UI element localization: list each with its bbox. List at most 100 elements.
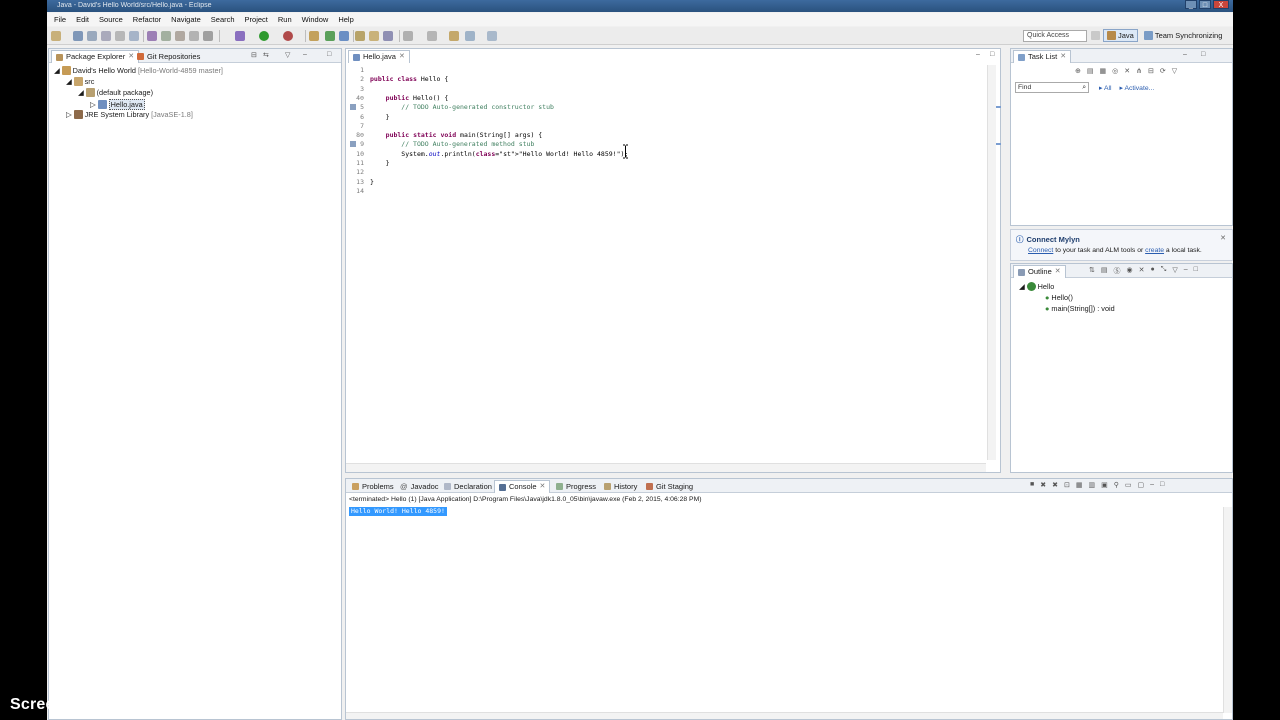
vertical-scrollbar[interactable] bbox=[1223, 507, 1232, 713]
step-icon[interactable] bbox=[189, 31, 199, 41]
link-editor-icon[interactable]: ⇆ bbox=[263, 51, 269, 59]
link-icon[interactable]: ⤡ bbox=[1161, 266, 1167, 276]
new-console-icon[interactable]: ▢ bbox=[1138, 481, 1145, 489]
pin-console-icon[interactable]: ⚲ bbox=[1114, 481, 1119, 489]
maximize-view-icon[interactable]: □ bbox=[327, 51, 331, 58]
menu-project[interactable]: Project bbox=[240, 15, 273, 24]
menu-run[interactable]: Run bbox=[273, 15, 297, 24]
close-icon[interactable]: ✕ bbox=[1060, 51, 1066, 63]
tree-item-project[interactable]: ◢ David's Hello World [Hello-World-4859 … bbox=[54, 66, 223, 75]
hide-local-types-icon[interactable]: ✕ bbox=[1139, 266, 1145, 276]
tree-item-hello-java[interactable]: ▷ Hello.java bbox=[90, 99, 145, 110]
expanded-arrow-icon[interactable]: ◢ bbox=[78, 88, 84, 97]
hide-static-icon[interactable]: Ⓢ bbox=[1114, 266, 1121, 276]
open-perspective-icon[interactable] bbox=[1091, 31, 1100, 40]
minimize-view-icon[interactable]: – bbox=[303, 51, 307, 58]
save-icon[interactable] bbox=[73, 31, 83, 41]
show-console-icon[interactable]: ▣ bbox=[1101, 481, 1108, 489]
expanded-arrow-icon[interactable]: ◢ bbox=[66, 77, 72, 86]
run-icon[interactable] bbox=[259, 31, 269, 41]
close-icon[interactable]: ✕ bbox=[1055, 266, 1061, 278]
remove-launch-icon[interactable]: ✖ bbox=[1040, 481, 1046, 489]
filter-all-link[interactable]: ▸ All bbox=[1099, 84, 1112, 92]
skip-breakpoints-icon[interactable] bbox=[161, 31, 171, 41]
search-icon[interactable] bbox=[383, 31, 393, 41]
toggle-mark-icon[interactable] bbox=[147, 31, 157, 41]
hide-fields-icon[interactable]: ▤ bbox=[1101, 266, 1108, 276]
tab-problems[interactable]: Problems bbox=[348, 480, 398, 493]
print-icon[interactable] bbox=[101, 31, 111, 41]
categorized-icon[interactable]: ▤ bbox=[1087, 67, 1094, 75]
collapse-all-icon[interactable]: ⊟ bbox=[251, 51, 257, 59]
open-task-icon[interactable] bbox=[115, 31, 125, 41]
minimize-view-icon[interactable]: – bbox=[1183, 51, 1187, 58]
external-tools-icon[interactable] bbox=[283, 31, 293, 41]
menu-window[interactable]: Window bbox=[297, 15, 334, 24]
view-menu-icon[interactable]: ▽ bbox=[1172, 67, 1177, 75]
create-link[interactable]: create bbox=[1145, 247, 1164, 254]
sync-icon[interactable]: ⟳ bbox=[1160, 67, 1166, 75]
back-icon[interactable] bbox=[465, 31, 475, 41]
activate-link[interactable]: ▸ Activate... bbox=[1120, 84, 1155, 92]
view-menu-icon[interactable]: ▽ bbox=[285, 51, 290, 59]
save-all-icon[interactable] bbox=[87, 31, 97, 41]
tab-history[interactable]: History bbox=[600, 480, 641, 493]
expanded-arrow-icon[interactable]: ◢ bbox=[1019, 282, 1025, 291]
tree-item-jre-library[interactable]: ▷ JRE System Library [JavaSE-1.8] bbox=[66, 110, 193, 119]
maximize-view-icon[interactable]: □ bbox=[990, 51, 994, 58]
quick-access-input[interactable]: Quick Access bbox=[1023, 30, 1087, 42]
debug-icon[interactable] bbox=[235, 31, 245, 41]
new-java-package-icon[interactable] bbox=[325, 31, 335, 41]
tab-hello-java[interactable]: Hello.java ✕ bbox=[348, 50, 410, 63]
horizontal-scrollbar[interactable] bbox=[346, 463, 986, 472]
maximize-view-icon[interactable]: □ bbox=[1160, 481, 1164, 489]
filter-icon[interactable]: ⋔ bbox=[1136, 67, 1142, 75]
scheduled-icon[interactable]: ▦ bbox=[1100, 67, 1107, 75]
drop-frame-icon[interactable] bbox=[175, 31, 185, 41]
close-icon[interactable]: ✕ bbox=[399, 51, 405, 63]
use-step-filters-icon[interactable] bbox=[203, 31, 213, 41]
tab-javadoc[interactable]: @ Javadoc bbox=[396, 480, 443, 493]
perspective-team-synchronizing[interactable]: Team Synchronizing bbox=[1141, 30, 1226, 41]
tab-declaration[interactable]: Declaration bbox=[440, 480, 496, 493]
maximize-button[interactable]: □ bbox=[1199, 0, 1211, 9]
tab-task-list[interactable]: Task List ✕ bbox=[1013, 50, 1072, 63]
word-wrap-icon[interactable]: ▥ bbox=[1088, 481, 1095, 489]
focus-icon[interactable]: ◎ bbox=[1112, 67, 1118, 75]
outline-item-constructor[interactable]: ● Hello() bbox=[1045, 293, 1073, 302]
tab-package-explorer[interactable]: Package Explorer ✕ bbox=[51, 50, 140, 63]
dot-icon[interactable]: ● bbox=[1150, 266, 1154, 276]
remove-all-icon[interactable]: ✖ bbox=[1052, 481, 1058, 489]
console-output[interactable]: Hello World! Hello 4859! bbox=[349, 507, 447, 516]
collapsed-arrow-icon[interactable]: ▷ bbox=[90, 100, 96, 109]
forward-icon[interactable] bbox=[487, 31, 497, 41]
new-java-class-icon[interactable] bbox=[339, 31, 349, 41]
last-edit-icon[interactable] bbox=[449, 31, 459, 41]
menu-search[interactable]: Search bbox=[206, 15, 240, 24]
terminate-icon[interactable]: ■ bbox=[1030, 481, 1034, 489]
vertical-scrollbar[interactable] bbox=[987, 65, 996, 460]
find-input[interactable]: Find ⌕ bbox=[1015, 82, 1089, 93]
perspective-java[interactable]: Java bbox=[1103, 29, 1138, 42]
new-task-icon[interactable]: ⊕ bbox=[1075, 67, 1081, 75]
tab-progress[interactable]: Progress bbox=[552, 480, 600, 493]
tree-item-src[interactable]: ◢ src bbox=[66, 77, 94, 86]
menu-navigate[interactable]: Navigate bbox=[166, 15, 206, 24]
minimize-button[interactable]: _ bbox=[1185, 0, 1197, 9]
menu-help[interactable]: Help bbox=[333, 15, 358, 24]
maximize-view-icon[interactable]: □ bbox=[1194, 266, 1198, 276]
expanded-arrow-icon[interactable]: ◢ bbox=[54, 66, 60, 75]
annotation-icon[interactable] bbox=[403, 31, 413, 41]
new-java-project-icon[interactable] bbox=[309, 31, 319, 41]
tab-git-repositories[interactable]: Git Repositories bbox=[133, 50, 204, 63]
outline-item-main[interactable]: ● main(String[]) : void bbox=[1045, 304, 1115, 313]
view-menu-icon[interactable]: ▽ bbox=[1172, 266, 1177, 276]
close-button[interactable]: X bbox=[1213, 0, 1229, 9]
minimize-view-icon[interactable]: – bbox=[1150, 481, 1154, 489]
tab-outline[interactable]: Outline ✕ bbox=[1013, 265, 1066, 278]
tab-console[interactable]: Console ✕ bbox=[494, 480, 551, 493]
next-annotation-icon[interactable] bbox=[427, 31, 437, 41]
hide-completed-icon[interactable]: ✕ bbox=[1124, 67, 1130, 75]
close-icon[interactable]: ✕ bbox=[540, 481, 546, 493]
sort-icon[interactable]: ⇅ bbox=[1089, 266, 1095, 276]
